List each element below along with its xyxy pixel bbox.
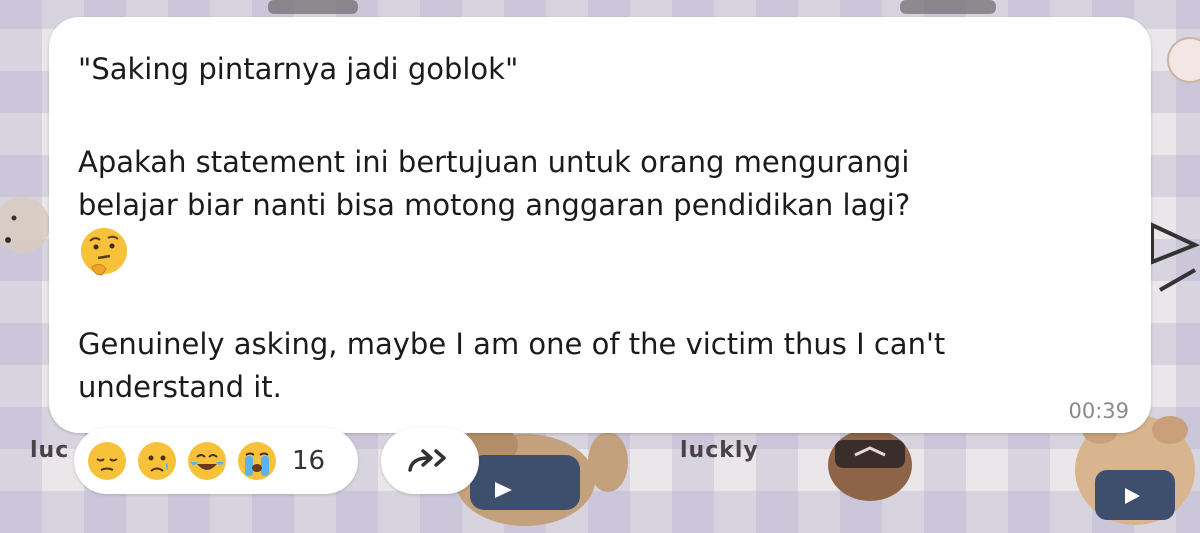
sad-relieved-face-emoji[interactable]: [136, 440, 178, 482]
message-text-line: belajar biar nanti bisa motong anggaran …: [78, 188, 911, 222]
bear-sticker-1: [455, 425, 628, 526]
pensive-face-emoji[interactable]: [86, 440, 128, 482]
tears-of-joy-face-emoji[interactable]: [186, 440, 228, 482]
message-quote-line: "Saking pintarnya jadi goblok": [78, 52, 519, 86]
reactions-bar[interactable]: 16: [74, 428, 358, 494]
bear-sticker-2: [828, 429, 912, 501]
loudly-crying-face-emoji[interactable]: [236, 440, 278, 482]
thinking-face-emoji: [81, 228, 127, 276]
message-text-line: Genuinely asking, maybe I am one of the …: [78, 327, 946, 361]
message-bubble[interactable]: "Saking pintarnya jadi goblok" Apakah st…: [49, 17, 1151, 433]
forward-double-arrow-icon: [408, 449, 446, 472]
message-text-line: understand it.: [78, 370, 282, 404]
forward-button[interactable]: [381, 428, 479, 494]
wallpaper-text-left: luc: [30, 438, 70, 463]
wallpaper-text-center: luckly: [680, 438, 759, 463]
message-timestamp: 00:39: [1068, 399, 1129, 423]
reaction-count: 16: [292, 446, 326, 476]
message-text-line: Apakah statement ini bertujuan untuk ora…: [78, 145, 910, 179]
